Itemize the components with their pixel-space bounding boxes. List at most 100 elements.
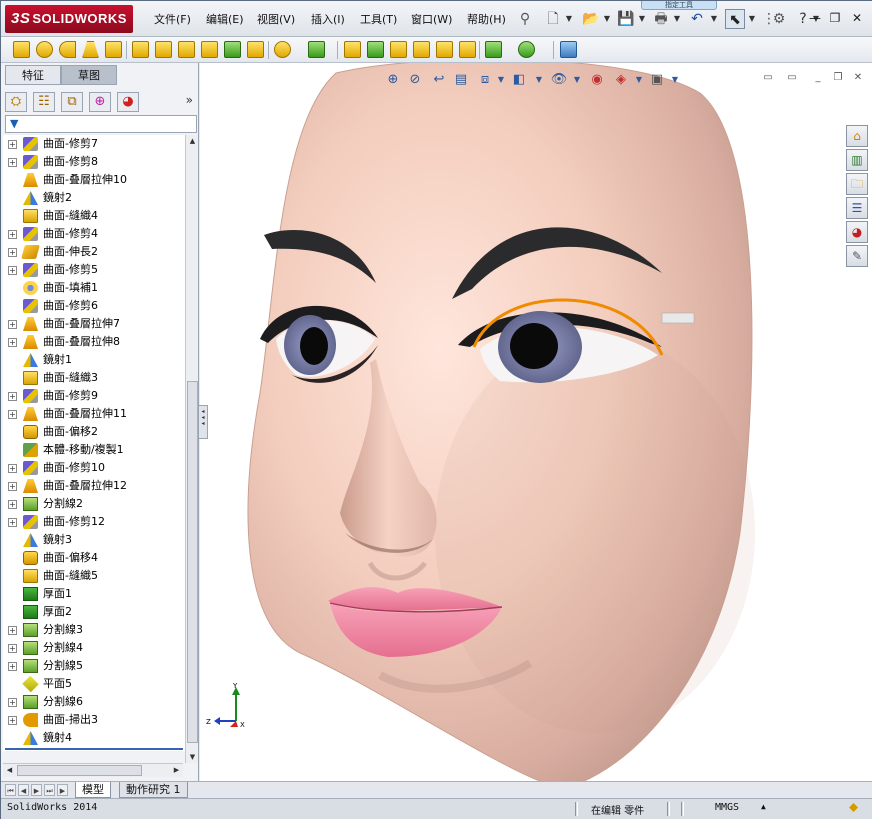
graphics-viewport[interactable]: ⊕ ⊘ ↩ ▤ ⧈ ▼ ◧ ▼ 👁 ▼ ◉ ◈ ▼ ▣ ▼ ▭ ▭ _ ❐ ✕ … xyxy=(200,63,872,783)
display-style-icon[interactable]: ◧ xyxy=(510,71,528,89)
expand-toggle-icon[interactable]: + xyxy=(8,410,17,419)
tree-item[interactable]: + 曲面-叠層拉伸12 xyxy=(3,477,185,495)
tree-item[interactable]: 曲面-填補1 xyxy=(3,279,185,297)
scroll-left-icon[interactable]: ◀ xyxy=(3,764,16,776)
solidworks-logo[interactable]: 3S SOLIDWORKS xyxy=(5,5,133,33)
expand-toggle-icon[interactable]: + xyxy=(8,140,17,149)
viewport-minimize-icon[interactable]: _ xyxy=(810,71,826,85)
first-tab-icon[interactable]: ⏮ xyxy=(5,784,16,796)
menu-file[interactable]: 文件(F) xyxy=(154,11,191,27)
scroll-right-icon[interactable]: ▶ xyxy=(170,764,183,776)
tree-item[interactable]: 曲面-偏移2 xyxy=(3,423,185,441)
tab-model[interactable]: 模型 xyxy=(75,782,111,798)
tab-features[interactable]: 特征 xyxy=(5,65,61,85)
hide-show-dropdown-icon[interactable]: ▼ xyxy=(568,71,586,89)
boundary-surface-icon[interactable] xyxy=(105,41,122,58)
fillet-icon[interactable] xyxy=(274,41,291,58)
previous-view-icon[interactable]: ↩ xyxy=(430,71,448,89)
menu-tools[interactable]: 工具(T) xyxy=(360,11,397,27)
scroll-thumb[interactable] xyxy=(187,381,198,743)
tree-item[interactable]: + 曲面-叠層拉伸7 xyxy=(3,315,185,333)
tree-item[interactable]: 鏡射3 xyxy=(3,531,185,549)
revolved-surface-icon[interactable] xyxy=(36,41,53,58)
replace-face-icon[interactable] xyxy=(436,41,453,58)
display-style-dropdown-icon[interactable]: ▼ xyxy=(530,71,548,89)
scroll-down-icon[interactable]: ▼ xyxy=(186,751,199,763)
menu-help[interactable]: 帮助(H) xyxy=(467,11,506,27)
tree-item[interactable]: 曲面-縫織5 xyxy=(3,567,185,585)
tree-item[interactable]: + 分割線5 xyxy=(3,657,185,675)
untrim-surface-icon[interactable] xyxy=(390,41,407,58)
view-settings-dropdown-icon[interactable]: ▼ xyxy=(666,71,684,89)
fill-surface-icon[interactable] xyxy=(201,41,218,58)
tree-item[interactable]: + 分割線4 xyxy=(3,639,185,657)
delete-hole-icon[interactable] xyxy=(459,41,476,58)
expand-toggle-icon[interactable]: + xyxy=(8,716,17,725)
appearances-icon[interactable]: ◕ xyxy=(846,221,868,243)
status-unit-system[interactable]: MMGS xyxy=(715,802,739,813)
expand-toggle-icon[interactable]: + xyxy=(8,464,17,473)
delete-face-icon[interactable] xyxy=(413,41,430,58)
expand-toggle-icon[interactable]: + xyxy=(8,500,17,509)
expand-toggle-icon[interactable]: + xyxy=(8,626,17,635)
solidworks-resources-icon[interactable]: ⌂ xyxy=(846,125,868,147)
viewport-close-icon[interactable]: ✕ xyxy=(850,71,866,85)
save-icon[interactable]: 💾 xyxy=(616,9,636,29)
tree-item[interactable]: + 分割線2 xyxy=(3,495,185,513)
knit-surface-icon[interactable] xyxy=(247,41,264,58)
configuration-manager-icon[interactable]: ⧉ xyxy=(61,92,83,112)
expand-toggle-icon[interactable]: + xyxy=(8,230,17,239)
tree-item[interactable]: 曲面-修剪6 xyxy=(3,297,185,315)
lofted-surface-icon[interactable] xyxy=(82,41,99,58)
open-folder-icon[interactable]: 📂 xyxy=(581,9,601,29)
print-dropdown-icon[interactable]: ▼ xyxy=(672,9,682,29)
file-explorer-icon[interactable]: 🗀 xyxy=(846,173,868,195)
expand-toggle-icon[interactable]: + xyxy=(8,158,17,167)
extruded-surface-icon[interactable] xyxy=(13,41,30,58)
expand-toggle-icon[interactable]: + xyxy=(8,248,17,257)
select-pointer-icon[interactable]: ⬉ xyxy=(725,9,745,29)
tree-item[interactable]: 曲面-縫織4 xyxy=(3,207,185,225)
view-settings-icon[interactable]: ▣ xyxy=(648,71,666,89)
options-gear-icon[interactable]: ⚙ xyxy=(769,9,789,29)
more-tabs-icon[interactable]: » xyxy=(186,93,193,107)
tree-item[interactable]: 厚面2 xyxy=(3,603,185,621)
freeform-icon[interactable] xyxy=(560,41,577,58)
tree-item[interactable]: + 曲面-叠層拉伸11 xyxy=(3,405,185,423)
tree-horizontal-scrollbar[interactable]: ◀ ▶ xyxy=(3,763,183,777)
design-library-icon[interactable]: ▥ xyxy=(846,149,868,171)
radiate-surface-icon[interactable] xyxy=(178,41,195,58)
menu-view[interactable]: 视图(V) xyxy=(257,11,295,27)
section-view-icon[interactable]: ▤ xyxy=(452,71,470,89)
tree-item[interactable]: + 曲面-修剪4 xyxy=(3,225,185,243)
trim-surface-icon[interactable] xyxy=(367,41,384,58)
zoom-to-fit-icon[interactable]: ⊕ xyxy=(384,71,402,89)
menu-insert[interactable]: 插入(I) xyxy=(311,11,345,27)
menu-window[interactable]: 窗口(W) xyxy=(411,11,452,27)
property-manager-icon[interactable]: ☷ xyxy=(33,92,55,112)
new-dropdown-icon[interactable]: ▼ xyxy=(564,9,574,29)
tag-icon[interactable]: ⬥ xyxy=(849,800,858,815)
minimize-icon[interactable]: — xyxy=(807,11,823,25)
prev-tab-icon[interactable]: ◀ xyxy=(18,784,29,796)
thicken-icon[interactable] xyxy=(224,41,241,58)
tree-item[interactable]: + 曲面-叠層拉伸8 xyxy=(3,333,185,351)
tree-item[interactable]: + 曲面-修剪8 xyxy=(3,153,185,171)
display-manager-icon[interactable]: ◕ xyxy=(117,92,139,112)
extend-surface-icon[interactable] xyxy=(344,41,361,58)
view-palette-icon[interactable]: ☰ xyxy=(846,197,868,219)
tree-item[interactable]: 曲面-偏移4 xyxy=(3,549,185,567)
viewport-split-icon[interactable]: ▭ xyxy=(760,71,776,85)
tree-item[interactable]: + 曲面-修剪9 xyxy=(3,387,185,405)
tree-item[interactable]: 鏡射2 xyxy=(3,189,185,207)
print-icon[interactable]: 🖶 xyxy=(651,9,671,29)
units-menu-arrow[interactable]: ▲ xyxy=(761,802,766,811)
tree-item[interactable]: + 曲面-掃出3 xyxy=(3,711,185,729)
undo-icon[interactable]: ↶ xyxy=(687,9,707,29)
scroll-up-icon[interactable]: ▲ xyxy=(186,135,199,147)
offset-surface-icon[interactable] xyxy=(155,41,172,58)
expand-toggle-icon[interactable]: + xyxy=(8,392,17,401)
view-orientation-dropdown-icon[interactable]: ▼ xyxy=(492,71,510,89)
next-tab-icon[interactable]: ▶ xyxy=(31,784,42,796)
tab-motion-study[interactable]: 動作研究 1 xyxy=(119,782,188,798)
